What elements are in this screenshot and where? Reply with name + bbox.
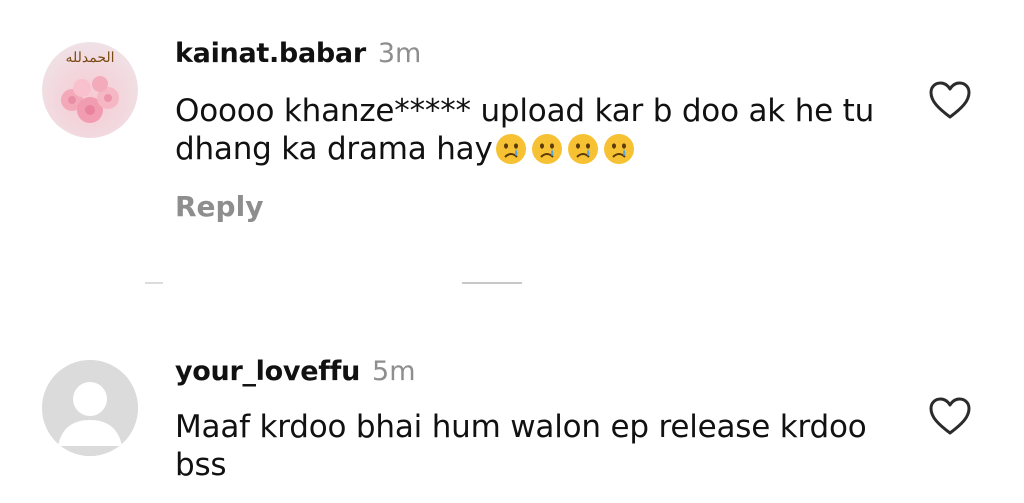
- heart-outline-icon[interactable]: [928, 396, 972, 436]
- username[interactable]: kainat.babar: [175, 38, 366, 69]
- reply-button[interactable]: Reply: [175, 190, 263, 223]
- emoji-group: [495, 133, 639, 174]
- heart-outline-icon[interactable]: [928, 80, 972, 120]
- comment-text: Ooooo khanze***** upload kar b doo ak he…: [175, 92, 895, 174]
- timestamp: 5m: [372, 356, 416, 387]
- crying-face-icon: [603, 133, 635, 165]
- comment-meta: your_loveffu 5m: [175, 356, 416, 387]
- default-avatar-icon[interactable]: [42, 360, 138, 456]
- crying-face-icon: [531, 133, 563, 165]
- divider: [145, 282, 163, 284]
- divider: [462, 282, 522, 284]
- comment-text: Maaf krdoo bhai hum walon ep release krd…: [175, 408, 895, 484]
- comment-item: الحمدلله kainat.babar 3m Ooooo khanze****…: [0, 0, 1024, 260]
- crying-face-icon: [567, 133, 599, 165]
- crying-face-icon: [495, 133, 527, 165]
- username[interactable]: your_loveffu: [175, 356, 360, 387]
- avatar-caption: الحمدلله: [65, 50, 115, 66]
- comment-item: your_loveffu 5m Maaf krdoo bhai hum walon…: [0, 300, 1024, 503]
- comment-body: Maaf krdoo bhai hum walon ep release krd…: [175, 409, 867, 483]
- timestamp: 3m: [377, 38, 422, 69]
- comment-meta: kainat.babar 3m: [175, 38, 421, 69]
